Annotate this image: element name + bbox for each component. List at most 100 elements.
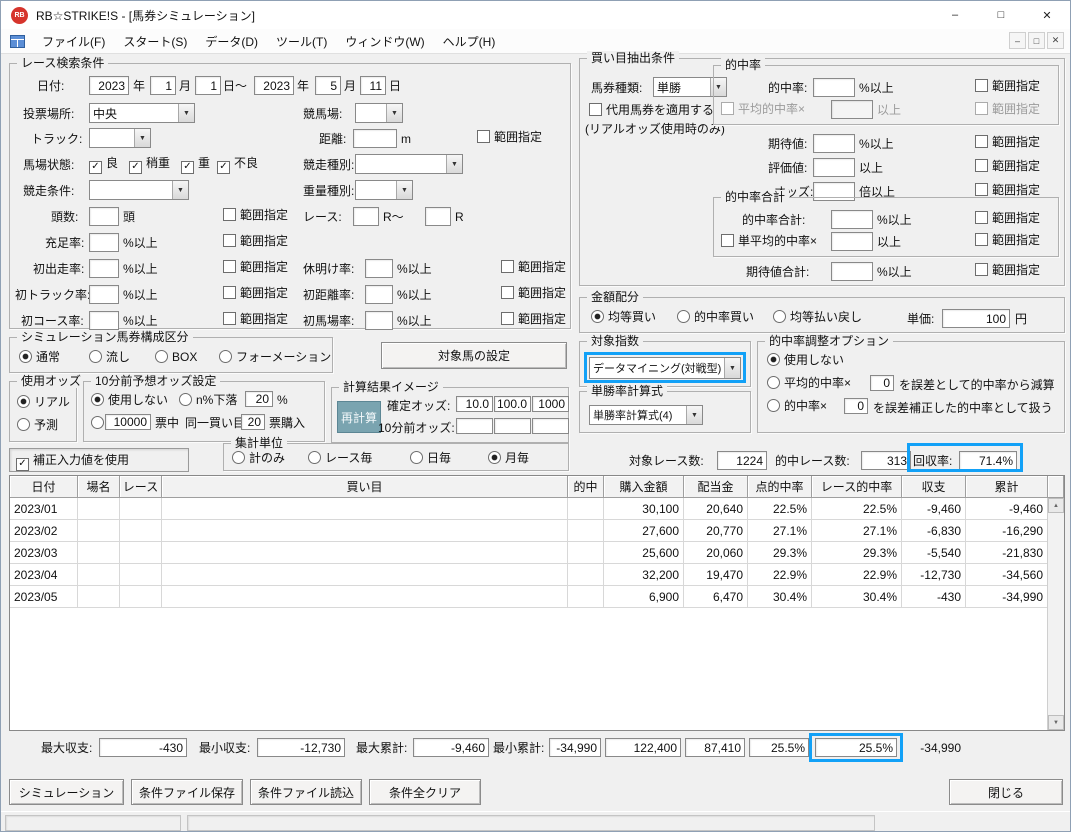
pre10-buy-input[interactable]: 20 — [241, 414, 265, 430]
adjust-avg-input[interactable]: 0 — [870, 375, 894, 391]
date-to-year-input[interactable]: 2023 — [254, 76, 294, 95]
course-select[interactable]: ▼ — [355, 103, 403, 123]
table-scrollbar[interactable]: ▲ ▼ — [1047, 498, 1064, 730]
hit-rate-input[interactable] — [813, 78, 855, 97]
eval-value-input[interactable] — [813, 158, 855, 177]
hit-total-range-checkbox[interactable]: 範囲指定 — [975, 211, 1040, 226]
avg-hit-rate-checkbox[interactable]: 平均的中率× — [721, 102, 805, 117]
unit-price-input[interactable]: 100 — [942, 309, 1010, 328]
voting-place-select[interactable]: 中央 ▼ — [89, 103, 195, 123]
adjust-rate-radio[interactable]: 的中率× — [767, 399, 827, 414]
first-distance-range-checkbox[interactable]: 範囲指定 — [501, 286, 566, 301]
adjust-rate-input[interactable]: 0 — [844, 398, 868, 414]
rest-rate-input[interactable] — [365, 259, 393, 278]
mdi-child-icon[interactable] — [10, 34, 25, 48]
table-header-7[interactable]: 点的中率 — [748, 476, 812, 498]
hit-rate-range-checkbox[interactable]: 範囲指定 — [975, 79, 1040, 94]
target-index-select[interactable]: データマイニング(対戦型) ▼ — [589, 357, 741, 379]
table-header-0[interactable]: 日付 — [10, 476, 78, 498]
scroll-up-icon[interactable]: ▲ — [1048, 498, 1064, 513]
menu-file[interactable]: ファイル(F) — [33, 30, 114, 53]
win-rate-formula-select[interactable]: 単勝率計算式(4) ▼ — [589, 405, 703, 425]
table-header-1[interactable]: 場名 — [78, 476, 120, 498]
first-run-input[interactable] — [89, 259, 119, 278]
odds-predict-radio[interactable]: 予測 — [17, 418, 58, 433]
menu-help[interactable]: ヘルプ(H) — [434, 30, 505, 53]
race-kind-select[interactable]: ▼ — [355, 154, 463, 174]
recalculate-button[interactable]: 再計算 — [337, 401, 381, 433]
minimize-button[interactable]: – — [932, 1, 978, 29]
target-horse-settings-button[interactable]: 対象馬の設定 — [381, 342, 567, 369]
table-row[interactable]: 2023/05 6,900 6,470 30.4% 30.4% -430 -34,990 — [10, 586, 1064, 608]
alloc-even-payout-radio[interactable]: 均等払い戻し — [773, 310, 862, 325]
table-header-4[interactable]: 的中 — [568, 476, 604, 498]
first-course-range-checkbox[interactable]: 範囲指定 — [223, 312, 288, 327]
correction-input-checkbox[interactable]: 補正入力値を使用 — [16, 453, 129, 471]
table-header-8[interactable]: レース的中率 — [812, 476, 902, 498]
heads-input[interactable] — [89, 207, 119, 226]
scroll-down-icon[interactable]: ▼ — [1048, 715, 1064, 730]
date-to-month-input[interactable]: 5 — [315, 76, 341, 95]
menu-window[interactable]: ウィンドウ(W) — [336, 30, 433, 53]
maximize-button[interactable]: □ — [978, 1, 1024, 29]
alloc-hit-rate-buy-radio[interactable]: 的中率買い — [677, 310, 754, 325]
simulation-button[interactable]: シミュレーション — [9, 779, 124, 805]
date-to-day-input[interactable]: 11 — [360, 76, 386, 95]
first-run-range-checkbox[interactable]: 範囲指定 — [223, 260, 288, 275]
pre10-none-radio[interactable]: 使用しない — [91, 393, 168, 408]
adjust-avg-radio[interactable]: 平均的中率× — [767, 376, 851, 391]
agg-total-only-radio[interactable]: 計のみ — [232, 451, 285, 466]
load-condition-file-button[interactable]: 条件ファイル読込 — [250, 779, 362, 805]
pre10-drop-radio[interactable]: n%下落 — [179, 393, 237, 408]
date-from-month-input[interactable]: 1 — [150, 76, 176, 95]
first-track-range-checkbox[interactable]: 範囲指定 — [223, 286, 288, 301]
track-select[interactable]: ▼ — [89, 128, 151, 148]
avg-hit-total-input[interactable] — [831, 232, 873, 251]
baba-furyo-checkbox[interactable]: 不良 — [217, 156, 258, 174]
close-dialog-button[interactable]: 閉じる — [949, 779, 1063, 805]
expected-range-checkbox[interactable]: 範囲指定 — [975, 135, 1040, 150]
close-button[interactable]: ✕ — [1024, 1, 1070, 29]
table-header-3[interactable]: 買い目 — [162, 476, 568, 498]
date-from-day-input[interactable]: 1 — [195, 76, 221, 95]
avg-hit-total-checkbox[interactable]: 単平均的中率× — [721, 234, 817, 249]
sufficiency-input[interactable] — [89, 233, 119, 252]
scrollbar-track[interactable] — [1048, 513, 1064, 715]
agg-per-month-radio[interactable]: 月毎 — [488, 451, 529, 466]
structure-nagashi-radio[interactable]: 流し — [89, 350, 130, 365]
structure-formation-radio[interactable]: フォーメーション — [219, 350, 331, 365]
heads-range-checkbox[interactable]: 範囲指定 — [223, 208, 288, 223]
table-row[interactable]: 2023/02 27,600 20,770 27.1% 27.1% -6,830 -16,2… — [10, 520, 1064, 542]
table-header-9[interactable]: 収支 — [902, 476, 966, 498]
menu-tools[interactable]: ツール(T) — [267, 30, 336, 53]
sufficiency-range-checkbox[interactable]: 範囲指定 — [223, 234, 288, 249]
odds-range-checkbox[interactable]: 範囲指定 — [975, 183, 1040, 198]
race-no-to-input[interactable] — [425, 207, 451, 226]
mdi-close-button[interactable]: ✕ — [1047, 32, 1064, 49]
agg-per-day-radio[interactable]: 日毎 — [410, 451, 451, 466]
agg-per-race-radio[interactable]: レース毎 — [308, 451, 372, 466]
structure-normal-radio[interactable]: 通常 — [19, 350, 60, 365]
distance-input[interactable] — [353, 129, 397, 148]
race-no-from-input[interactable] — [353, 207, 379, 226]
table-header-5[interactable]: 購入金額 — [604, 476, 684, 498]
first-baba-range-checkbox[interactable]: 範囲指定 — [501, 312, 566, 327]
table-header-2[interactable]: レース — [120, 476, 162, 498]
distance-range-checkbox[interactable]: 範囲指定 — [477, 130, 542, 145]
substitute-ticket-checkbox[interactable]: 代用馬券を適用する — [589, 103, 714, 118]
odds-real-radio[interactable]: リアル — [17, 395, 70, 410]
mdi-restore-button[interactable]: □ — [1028, 32, 1045, 49]
save-condition-file-button[interactable]: 条件ファイル保存 — [131, 779, 243, 805]
baba-ryo-checkbox[interactable]: 良 — [89, 156, 118, 174]
expected-value-input[interactable] — [813, 134, 855, 153]
first-course-input[interactable] — [89, 311, 119, 330]
weight-kind-select[interactable]: ▼ — [355, 180, 413, 200]
mdi-minimize-button[interactable]: – — [1009, 32, 1026, 49]
first-track-input[interactable] — [89, 285, 119, 304]
table-header-6[interactable]: 配当金 — [684, 476, 748, 498]
race-condition-select[interactable]: ▼ — [89, 180, 189, 200]
menu-start[interactable]: スタート(S) — [114, 30, 196, 53]
baba-omo-checkbox[interactable]: 重 — [181, 156, 210, 174]
expected-total-range-checkbox[interactable]: 範囲指定 — [975, 263, 1040, 278]
date-from-year-input[interactable]: 2023 — [89, 76, 129, 95]
